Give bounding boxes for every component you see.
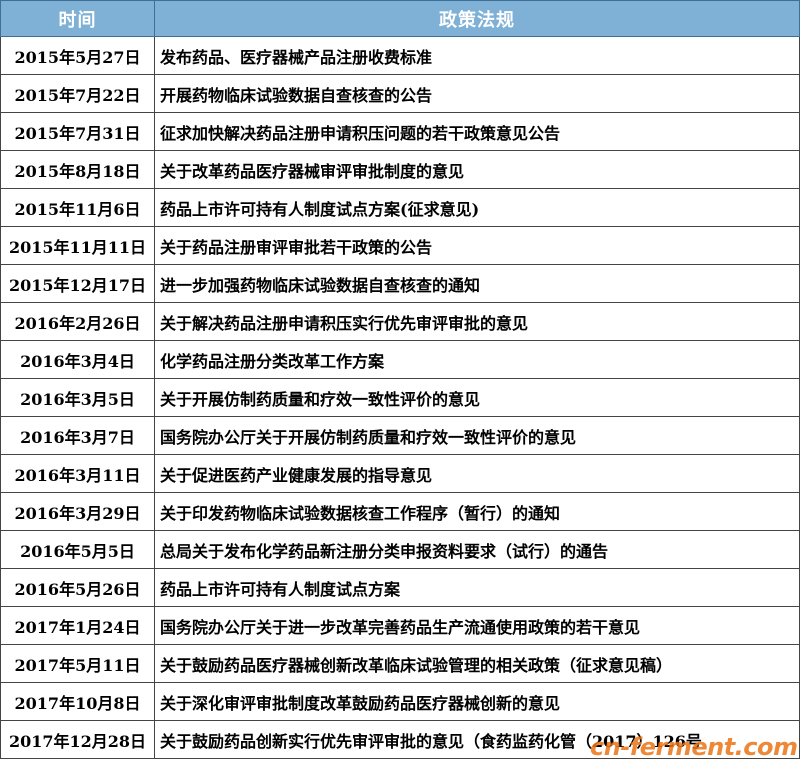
header-policy: 政策法规: [154, 0, 800, 37]
table-row: 2015年7月31日 征求加快解决药品注册申请积压问题的若干政策意见公告: [0, 112, 800, 151]
policy-table: 时间 政策法规 2015年5月27日 发布药品、医疗器械产品注册收费标准 2015年…: [0, 0, 800, 759]
row-policy: 进一步加强药物临床试验数据自查核查的通知: [154, 264, 800, 303]
row-policy: 征求加快解决药品注册申请积压问题的若干政策意见公告: [154, 112, 800, 151]
row-date: 2016年3月29日: [0, 492, 155, 531]
table-row: 2016年3月29日 关于印发药物临床试验数据核查工作程序（暂行）的通知: [0, 492, 800, 531]
row-date: 2015年7月31日: [0, 112, 155, 151]
table-row: 2017年1月24日 国务院办公厅关于进一步改革完善药品生产流通使用政策的若干意见: [0, 606, 800, 645]
row-date: 2017年5月11日: [0, 644, 155, 683]
row-policy: 关于深化审评审批制度改革鼓励药品医疗器械创新的意见: [154, 682, 800, 721]
row-date: 2015年12月17日: [0, 264, 155, 303]
row-policy: 药品上市许可持有人制度试点方案(征求意见): [154, 188, 800, 227]
row-policy: 药品上市许可持有人制度试点方案: [154, 568, 800, 607]
row-policy: 总局关于发布化学药品新注册分类申报资料要求（试行）的通告: [154, 530, 800, 569]
watermark-logo: cn-ferment.com: [590, 733, 798, 761]
table-row: 2016年3月5日 关于开展仿制药质量和疗效一致性评价的意见: [0, 378, 800, 417]
table-row: 2016年5月26日 药品上市许可持有人制度试点方案: [0, 568, 800, 607]
table-row: 2017年10月8日 关于深化审评审批制度改革鼓励药品医疗器械创新的意见: [0, 682, 800, 721]
row-policy: 国务院办公厅关于开展仿制药质量和疗效一致性评价的意见: [154, 416, 800, 455]
row-policy: 关于开展仿制药质量和疗效一致性评价的意见: [154, 378, 800, 417]
row-policy: 关于药品注册审评审批若干政策的公告: [154, 226, 800, 265]
table-row: 2016年3月4日 化学药品注册分类改革工作方案: [0, 340, 800, 379]
row-date: 2016年5月26日: [0, 568, 155, 607]
row-date: 2015年11月6日: [0, 188, 155, 227]
row-date: 2016年3月7日: [0, 416, 155, 455]
table-row: 2016年3月11日 关于促进医药产业健康发展的指导意见: [0, 454, 800, 493]
table-row: 2015年8月18日 关于改革药品医疗器械审评审批制度的意见: [0, 150, 800, 189]
row-date: 2015年7月22日: [0, 74, 155, 113]
row-policy: 开展药物临床试验数据自查核查的公告: [154, 74, 800, 113]
table-row: 2016年3月7日 国务院办公厅关于开展仿制药质量和疗效一致性评价的意见: [0, 416, 800, 455]
row-date: 2017年12月28日: [0, 720, 155, 759]
row-date: 2017年10月8日: [0, 682, 155, 721]
row-date: 2016年2月26日: [0, 302, 155, 341]
table-row: 2015年11月6日 药品上市许可持有人制度试点方案(征求意见): [0, 188, 800, 227]
row-policy: 关于解决药品注册申请积压实行优先审评审批的意见: [154, 302, 800, 341]
row-policy: 关于改革药品医疗器械审评审批制度的意见: [154, 150, 800, 189]
row-policy: 关于促进医药产业健康发展的指导意见: [154, 454, 800, 493]
row-date: 2015年8月18日: [0, 150, 155, 189]
row-date: 2015年11月11日: [0, 226, 155, 265]
table-row: 2015年5月27日 发布药品、医疗器械产品注册收费标准: [0, 36, 800, 75]
table-body: 2015年5月27日 发布药品、医疗器械产品注册收费标准 2015年7月22日 开展药…: [0, 36, 800, 759]
header-date: 时间: [0, 0, 155, 37]
row-date: 2017年1月24日: [0, 606, 155, 645]
table-row: 2015年11月11日 关于药品注册审评审批若干政策的公告: [0, 226, 800, 265]
header-row: 时间 政策法规: [0, 0, 800, 37]
table-row: 2015年7月22日 开展药物临床试验数据自查核查的公告: [0, 74, 800, 113]
table-row: 2017年5月11日 关于鼓励药品医疗器械创新改革临床试验管理的相关政策（征求意见…: [0, 644, 800, 683]
table-row: 2016年5月5日 总局关于发布化学药品新注册分类申报资料要求（试行）的通告: [0, 530, 800, 569]
row-date: 2016年3月4日: [0, 340, 155, 379]
row-date: 2016年3月5日: [0, 378, 155, 417]
row-policy: 关于印发药物临床试验数据核查工作程序（暂行）的通知: [154, 492, 800, 531]
row-date: 2015年5月27日: [0, 36, 155, 75]
row-policy: 国务院办公厅关于进一步改革完善药品生产流通使用政策的若干意见: [154, 606, 800, 645]
row-date: 2016年3月11日: [0, 454, 155, 493]
table-row: 2016年2月26日 关于解决药品注册申请积压实行优先审评审批的意见: [0, 302, 800, 341]
row-policy: 化学药品注册分类改革工作方案: [154, 340, 800, 379]
row-date: 2016年5月5日: [0, 530, 155, 569]
row-policy: 发布药品、医疗器械产品注册收费标准: [154, 36, 800, 75]
row-policy: 关于鼓励药品医疗器械创新改革临床试验管理的相关政策（征求意见稿）: [154, 644, 800, 683]
table-row: 2015年12月17日 进一步加强药物临床试验数据自查核查的通知: [0, 264, 800, 303]
